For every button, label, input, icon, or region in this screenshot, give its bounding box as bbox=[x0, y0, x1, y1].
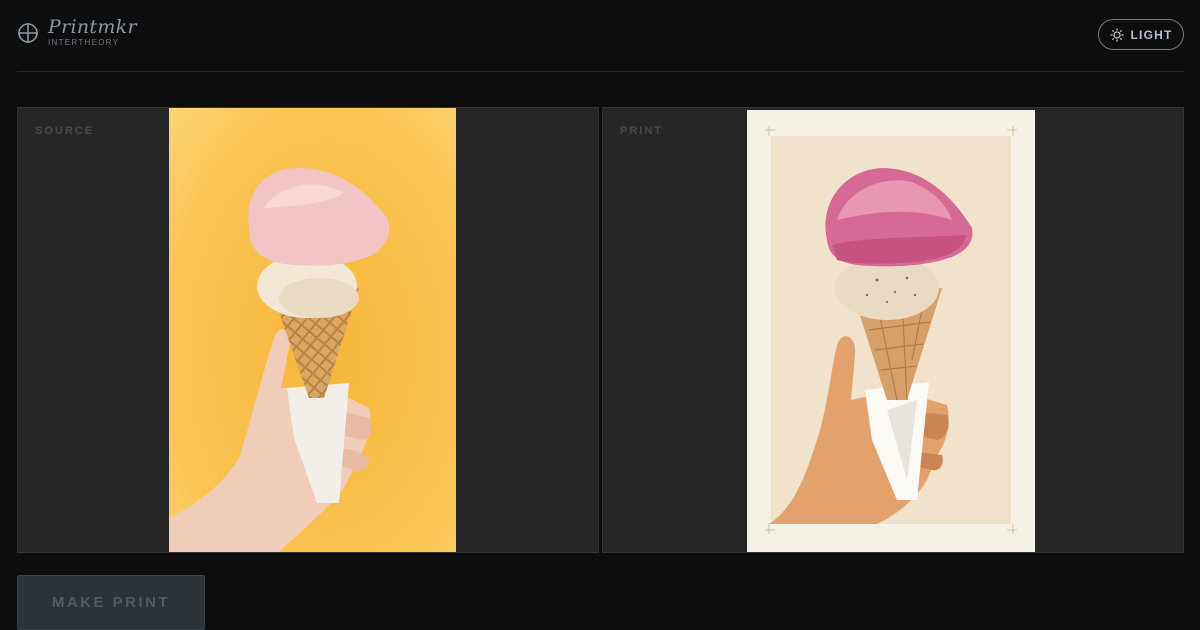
brand-subtitle: INTERTHEORY bbox=[48, 38, 120, 47]
theme-toggle-button[interactable]: LIGHT bbox=[1098, 19, 1184, 50]
sun-icon bbox=[1109, 27, 1124, 42]
crosshair-circle-icon bbox=[18, 23, 38, 43]
print-image bbox=[747, 110, 1035, 552]
source-label: SOURCE bbox=[35, 125, 95, 137]
print-label: PRINT bbox=[620, 125, 663, 137]
print-panel[interactable]: PRINT bbox=[602, 107, 1184, 553]
source-image bbox=[169, 108, 456, 552]
brand[interactable]: Printmkr INTERTHEORY bbox=[17, 18, 137, 48]
source-panel[interactable]: SOURCE bbox=[17, 107, 599, 553]
theme-toggle-label: LIGHT bbox=[1130, 27, 1173, 42]
make-print-button[interactable]: MAKE PRINT bbox=[17, 575, 205, 630]
app-header: Printmkr INTERTHEORY LIGHT bbox=[17, 0, 1184, 72]
brand-name: Printmkr bbox=[48, 16, 137, 38]
